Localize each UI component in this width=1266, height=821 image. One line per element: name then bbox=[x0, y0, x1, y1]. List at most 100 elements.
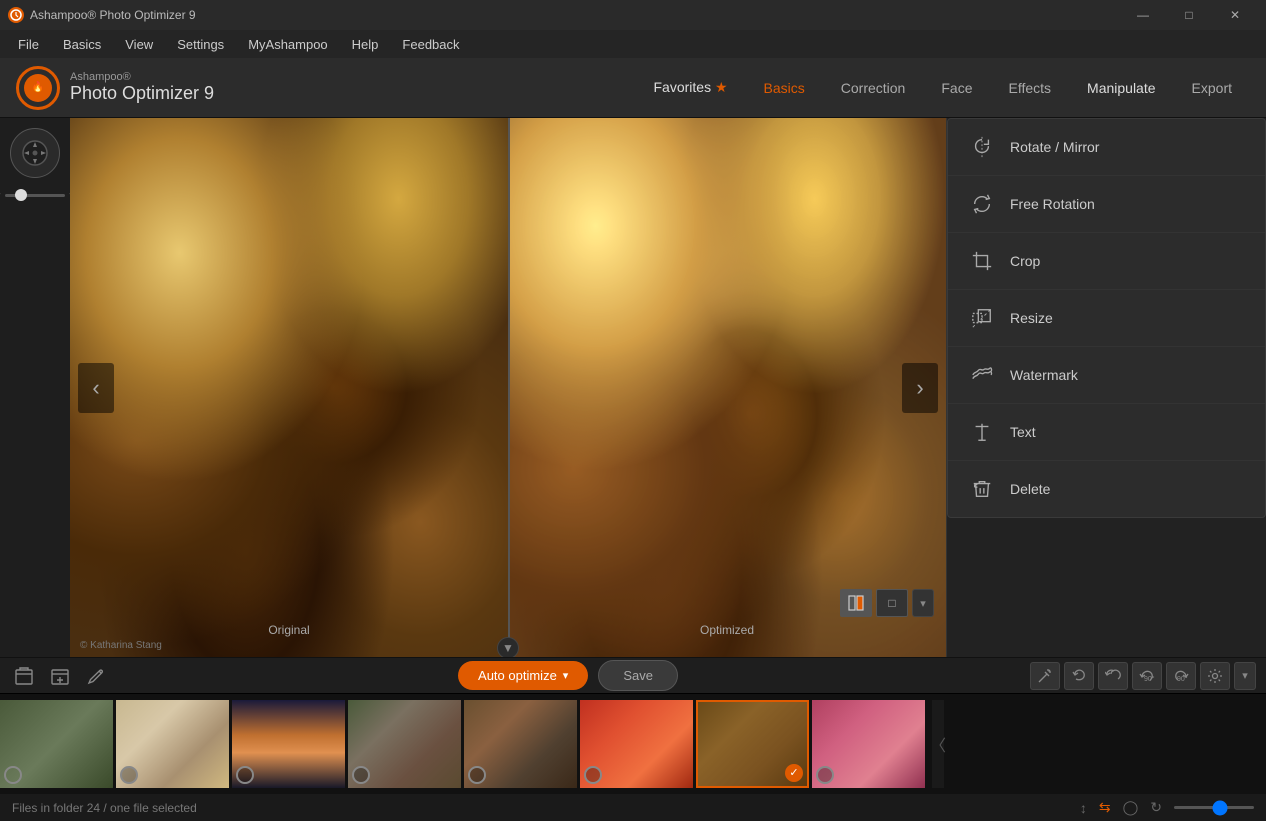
titlebar: Ashampoo® Photo Optimizer 9 — □ ✕ bbox=[0, 0, 1266, 30]
single-view-button[interactable]: □ bbox=[876, 589, 908, 617]
split-divider bbox=[508, 118, 510, 657]
filmstrip: ✓ 〈 bbox=[0, 693, 1266, 793]
thumb-indicator-8 bbox=[816, 766, 834, 784]
save-button[interactable]: Save bbox=[598, 660, 678, 691]
menu-myashampoo[interactable]: MyAshampoo bbox=[238, 33, 337, 56]
thumb-indicator-1 bbox=[4, 766, 22, 784]
menu-item-resize[interactable]: Resize bbox=[948, 290, 1265, 347]
menu-help[interactable]: Help bbox=[342, 33, 389, 56]
canvas-area: Original Optimized © Katharina Stang bbox=[70, 118, 946, 657]
delete-icon bbox=[968, 475, 996, 503]
thumb-indicator-6 bbox=[584, 766, 602, 784]
next-image-button[interactable]: › bbox=[902, 363, 938, 413]
logo-ring: 🔥 bbox=[16, 66, 60, 110]
thumbnail-1[interactable] bbox=[0, 700, 113, 788]
thumbnail-6[interactable] bbox=[580, 700, 693, 788]
menu-item-watermark[interactable]: Watermark bbox=[948, 347, 1265, 404]
resize-icon bbox=[968, 304, 996, 332]
magic-wand-button[interactable] bbox=[1030, 662, 1060, 690]
image-credit: © Katharina Stang bbox=[80, 640, 162, 651]
auto-optimize-button[interactable]: Auto optimize ▾ bbox=[458, 661, 588, 690]
header: 🔥 Ashampoo® Photo Optimizer 9 Favorites … bbox=[0, 58, 1266, 118]
menu-item-watermark-label: Watermark bbox=[1010, 367, 1078, 383]
tab-correction[interactable]: Correction bbox=[823, 74, 924, 102]
zoom-control-group: − + bbox=[0, 186, 78, 204]
thumbnail-3[interactable] bbox=[232, 700, 345, 788]
more-options-button[interactable]: ▾ bbox=[1234, 662, 1256, 690]
window-controls: — □ ✕ bbox=[1120, 0, 1258, 30]
thumb-check-7: ✓ bbox=[785, 764, 803, 782]
tab-face[interactable]: Face bbox=[923, 74, 990, 102]
thumbnail-2[interactable] bbox=[116, 700, 229, 788]
check-circle-icon[interactable]: ◯ bbox=[1123, 799, 1139, 816]
menu-item-crop[interactable]: Crop bbox=[948, 233, 1265, 290]
view-mode-buttons: □ ▾ bbox=[840, 589, 934, 617]
open-file-button[interactable] bbox=[10, 662, 38, 690]
undo-all-button[interactable] bbox=[1098, 662, 1128, 690]
thumbnail-7[interactable]: ✓ bbox=[696, 700, 809, 788]
thumbnail-4[interactable] bbox=[348, 700, 461, 788]
svg-text:90°: 90° bbox=[1177, 675, 1188, 683]
prev-image-button[interactable]: ‹ bbox=[78, 363, 114, 413]
maximize-button[interactable]: □ bbox=[1166, 0, 1212, 30]
panel-collapse-button[interactable]: ▼ bbox=[497, 637, 519, 657]
zoom-slider[interactable] bbox=[5, 194, 65, 197]
label-optimized: Optimized bbox=[700, 623, 754, 637]
app-title-bar: Ashampoo® Photo Optimizer 9 bbox=[30, 8, 196, 22]
close-button[interactable]: ✕ bbox=[1212, 0, 1258, 30]
status-text: Files in folder 24 / one file selected bbox=[12, 801, 197, 815]
menu-view[interactable]: View bbox=[115, 33, 163, 56]
tab-basics[interactable]: Basics bbox=[746, 74, 823, 102]
sort-icon[interactable]: ↕ bbox=[1080, 800, 1087, 816]
menu-item-crop-label: Crop bbox=[1010, 253, 1040, 269]
menu-settings[interactable]: Settings bbox=[167, 33, 234, 56]
right-panel: Rotate / Mirror Free Rotation bbox=[946, 118, 1266, 657]
toolbar-right-tools: 90° 90° ▾ bbox=[1026, 662, 1256, 690]
rotate-left-button[interactable]: 90° bbox=[1132, 662, 1162, 690]
tab-favorites[interactable]: Favorites ★ bbox=[636, 73, 746, 102]
thumbnail-8[interactable] bbox=[812, 700, 925, 788]
app-name: Photo Optimizer 9 bbox=[70, 83, 214, 104]
menu-item-rotate-mirror[interactable]: Rotate / Mirror bbox=[948, 119, 1265, 176]
menu-item-free-rotation[interactable]: Free Rotation bbox=[948, 176, 1265, 233]
toolbar-left-tools bbox=[10, 662, 110, 690]
rotate-right-button[interactable]: 90° bbox=[1166, 662, 1196, 690]
image-display: Original Optimized © Katharina Stang bbox=[70, 118, 946, 657]
tab-manipulate[interactable]: Manipulate bbox=[1069, 74, 1174, 102]
thumbnail-5[interactable] bbox=[464, 700, 577, 788]
menu-feedback[interactable]: Feedback bbox=[392, 33, 469, 56]
thumb-indicator-3 bbox=[236, 766, 254, 784]
thumb-indicator-4 bbox=[352, 766, 370, 784]
undo-button[interactable] bbox=[1064, 662, 1094, 690]
menu-basics[interactable]: Basics bbox=[53, 33, 111, 56]
edit-tool-button[interactable] bbox=[82, 662, 110, 690]
watermark-icon bbox=[968, 361, 996, 389]
settings-button[interactable] bbox=[1200, 662, 1230, 690]
filmstrip-scroll[interactable]: 〈 bbox=[932, 700, 944, 788]
menu-file[interactable]: File bbox=[8, 33, 49, 56]
logo-icon: 🔥 bbox=[24, 74, 52, 102]
brightness-slider[interactable] bbox=[1174, 806, 1254, 809]
text-icon bbox=[968, 418, 996, 446]
menu-item-delete[interactable]: Delete bbox=[948, 461, 1265, 517]
svg-text:90°: 90° bbox=[1144, 675, 1155, 683]
menu-item-text[interactable]: Text bbox=[948, 404, 1265, 461]
minimize-button[interactable]: — bbox=[1120, 0, 1166, 30]
add-file-button[interactable] bbox=[46, 662, 74, 690]
menu-item-rotate-mirror-label: Rotate / Mirror bbox=[1010, 139, 1099, 155]
pan-control[interactable] bbox=[10, 128, 60, 178]
thumb-indicator-5 bbox=[468, 766, 486, 784]
tab-effects[interactable]: Effects bbox=[990, 74, 1069, 102]
swap-icon[interactable]: ⇆ bbox=[1099, 799, 1111, 816]
tab-export[interactable]: Export bbox=[1174, 74, 1250, 102]
status-bar: Files in folder 24 / one file selected ↕… bbox=[0, 793, 1266, 821]
crop-icon bbox=[968, 247, 996, 275]
main-area: − + Original bbox=[0, 118, 1266, 657]
view-more-button[interactable]: ▾ bbox=[912, 589, 934, 617]
menu-item-delete-label: Delete bbox=[1010, 481, 1050, 497]
refresh-icon[interactable]: ↻ bbox=[1150, 799, 1162, 816]
split-view-button[interactable] bbox=[840, 589, 872, 617]
logo-area: 🔥 Ashampoo® Photo Optimizer 9 bbox=[16, 66, 214, 110]
titlebar-left: Ashampoo® Photo Optimizer 9 bbox=[8, 7, 196, 23]
zoom-out-button[interactable]: − bbox=[0, 186, 1, 204]
